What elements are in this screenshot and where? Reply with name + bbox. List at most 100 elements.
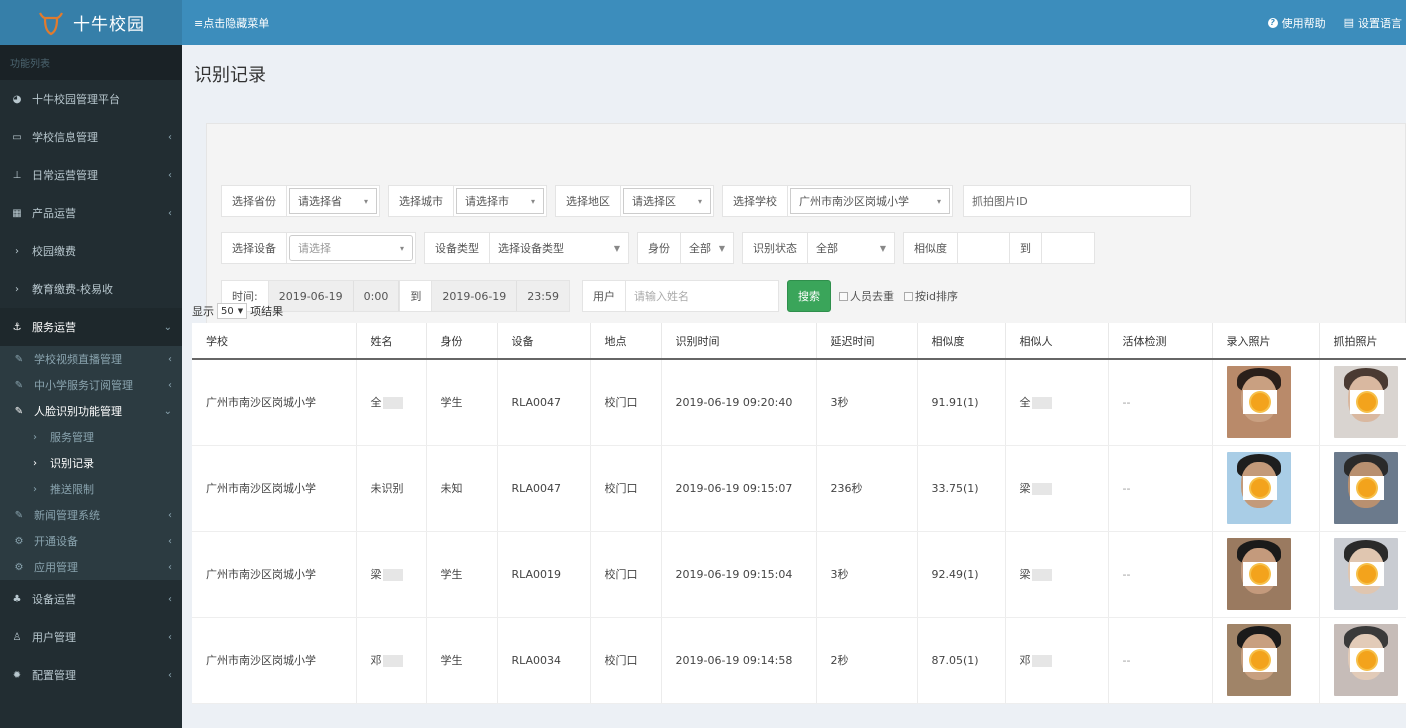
liveness-value: -- — [1122, 481, 1131, 495]
table-row[interactable]: 广州市南沙区岗城小学 未识别 未知 RLA0047 校门口 2019-06-19 09:1… — [192, 445, 1406, 532]
similarity-min-input[interactable] — [958, 233, 1010, 263]
column-header-captured-photo[interactable]: 抓拍照片 — [1319, 323, 1406, 360]
column-header-liveness[interactable]: 活体检测 — [1108, 323, 1213, 360]
sidebar-item-open-device[interactable]: ⚙ 开通设备 ‹ — [0, 528, 182, 554]
sidebar-item-face-recognition[interactable]: ✎ 人脸识别功能管理 ⌄ — [0, 398, 182, 424]
dedupe-checkbox[interactable]: 人员去重 — [839, 288, 894, 304]
captured-photo[interactable] — [1333, 366, 1398, 439]
enrolled-photo[interactable] — [1226, 538, 1291, 610]
city-select[interactable]: 请选择市 ▾ — [456, 188, 544, 214]
column-header-school[interactable]: 学校 — [192, 323, 357, 360]
sidebar-item-app-manage[interactable]: ⚙ 应用管理 ‹ — [0, 554, 182, 580]
edit-icon: ✎ — [14, 353, 24, 365]
caret-down-icon: ▾ — [363, 196, 368, 206]
user-label: 用户 — [583, 281, 626, 311]
caret-down-icon: ▾ — [697, 196, 702, 206]
city-value: 请选择市 — [465, 195, 509, 208]
enrolled-photo[interactable] — [1226, 624, 1291, 696]
school-value: 广州市南沙区岗城小学 — [206, 568, 316, 581]
device-select[interactable]: 请选择 ▾ — [289, 235, 413, 261]
cell-location: 校门口 — [590, 531, 662, 618]
status-value: 全部 — [816, 242, 838, 255]
sidebar-item-config[interactable]: ✹ 配置管理 ‹ — [0, 656, 182, 694]
sidebar-item-school-info[interactable]: ▭ 学校信息管理 ‹ — [0, 118, 182, 156]
captured-photo[interactable] — [1333, 538, 1398, 610]
sidebar-item-device-ops[interactable]: ♣ 设备运营 ‹ — [0, 580, 182, 618]
column-header-device[interactable]: 设备 — [497, 323, 591, 360]
column-header-similar-person[interactable]: 相似人 — [1005, 323, 1109, 360]
device-value: RLA0019 — [511, 567, 562, 581]
status-select[interactable]: 全部 ▼ — [808, 233, 894, 263]
end-date-input[interactable]: 2019-06-19 — [432, 281, 518, 311]
sidebar-item-label: 校园缴费 — [32, 245, 76, 258]
enrolled-photo[interactable] — [1226, 452, 1291, 524]
page-size-select[interactable]: 50 ▼ — [217, 303, 248, 319]
sidebar-item-product-ops[interactable]: ▦ 产品运营 ‹ — [0, 194, 182, 232]
column-header-location[interactable]: 地点 — [590, 323, 662, 360]
name-value: 未识别 — [370, 482, 404, 495]
captured-photo[interactable] — [1333, 452, 1398, 524]
device-type-select[interactable]: 选择设备类型 ▼ — [490, 233, 628, 263]
gear-icon: ✹ — [12, 669, 22, 681]
sidebar-item-campus-payment[interactable]: › 校园缴费 — [0, 232, 182, 270]
search-button[interactable]: 搜索 — [787, 280, 831, 312]
toggle-menu-button[interactable]: ≡点击隐藏菜单 — [194, 15, 269, 31]
sidebar-item-subscription[interactable]: ✎ 中小学服务订阅管理 ‹ — [0, 372, 182, 398]
cell-enrolled-photo — [1212, 445, 1320, 532]
column-header-name[interactable]: 姓名 — [356, 323, 427, 360]
column-header-delay[interactable]: 延迟时间 — [816, 323, 918, 360]
device-value: RLA0047 — [511, 395, 562, 409]
brand-logo[interactable]: 十牛校园 — [0, 0, 182, 45]
column-header-identity[interactable]: 身份 — [426, 323, 498, 360]
table-row[interactable]: 广州市南沙区岗城小学 梁 学生 RLA0019 校门口 2019-06-19 09:15:… — [192, 531, 1406, 618]
sidebar-item-recognition-records[interactable]: › 识别记录 — [0, 450, 182, 476]
column-header-similarity[interactable]: 相似度 — [917, 323, 1006, 360]
liveness-value: -- — [1122, 653, 1131, 667]
device-type-value: 选择设备类型 — [498, 242, 564, 255]
device-type-label: 设备类型 — [425, 233, 490, 263]
device-placeholder: 请选择 — [298, 242, 331, 255]
sort-by-id-checkbox[interactable]: 按id排序 — [904, 288, 958, 304]
column-header-time[interactable]: 识别时间 — [661, 323, 817, 360]
sidebar-item-service-ops[interactable]: ⚓ 服务运营 ⌄ — [0, 308, 182, 346]
location-value: 校门口 — [604, 568, 638, 581]
sidebar-item-news[interactable]: ✎ 新闻管理系统 ‹ — [0, 502, 182, 528]
sidebar-item-push-limit[interactable]: › 推送限制 — [0, 476, 182, 502]
time-value: 2019-06-19 09:15:07 — [675, 481, 793, 495]
location-value: 校门口 — [604, 396, 638, 410]
sidebar-item-video-live[interactable]: ✎ 学校视频直播管理 ‹ — [0, 346, 182, 372]
sidebar-item-platform[interactable]: ◕ 十牛校园管理平台 — [0, 80, 182, 118]
cell-delay: 3秒 — [816, 359, 918, 446]
language-link[interactable]: ▤ 设置语言 — [1344, 15, 1402, 31]
caret-down-icon: ▼ — [879, 243, 886, 253]
enrolled-photo[interactable] — [1226, 366, 1291, 439]
table-row[interactable]: 广州市南沙区岗城小学 邓 学生 RLA0034 校门口 2019-06-19 09:14:… — [192, 617, 1406, 704]
user-name-input[interactable]: 请输入姓名 — [626, 281, 778, 311]
captured-photo[interactable] — [1333, 624, 1398, 696]
photo-id-input[interactable]: 抓拍图片ID — [963, 185, 1191, 217]
sun-emoji-icon — [1250, 651, 1269, 669]
sidebar-item-service-manage[interactable]: › 服务管理 — [0, 424, 182, 450]
table-row[interactable]: 广州市南沙区岗城小学 全 学生 RLA0047 校门口 2019-06-19 09:20:… — [192, 359, 1406, 446]
sidebar-item-user-manage[interactable]: ♙ 用户管理 ‹ — [0, 618, 182, 656]
similarity-max-input[interactable] — [1042, 233, 1094, 263]
city-filter: 选择城市 请选择市 ▾ — [388, 185, 547, 217]
similarity-value: 87.05(1) — [931, 653, 979, 667]
identity-select[interactable]: 全部 ▼ — [681, 233, 733, 263]
school-select[interactable]: 广州市南沙区岗城小学 ▾ — [790, 188, 950, 214]
monitor-icon: ▭ — [12, 131, 22, 143]
cell-location: 校门口 — [590, 445, 662, 532]
sidebar-item-daily-ops[interactable]: ⊥ 日常运营管理 ‹ — [0, 156, 182, 194]
language-label: 设置语言 — [1358, 16, 1402, 30]
help-link[interactable]: ? 使用帮助 — [1267, 15, 1326, 31]
cell-time: 2019-06-19 09:20:40 — [661, 359, 817, 446]
province-select[interactable]: 请选择省 ▾ — [289, 188, 377, 214]
sidebar-item-edu-payment[interactable]: › 教育缴费-校易收 — [0, 270, 182, 308]
district-select[interactable]: 请选择区 ▾ — [623, 188, 711, 214]
chevron-right-icon: › — [15, 283, 19, 295]
end-time-input[interactable]: 23:59 — [517, 281, 569, 311]
page-size-value: 50 — [221, 305, 234, 317]
start-time-input[interactable]: 0:00 — [353, 281, 400, 311]
column-header-enrolled-photo[interactable]: 录入照片 — [1212, 323, 1320, 360]
thumbtack-icon: ⊥ — [12, 169, 22, 181]
